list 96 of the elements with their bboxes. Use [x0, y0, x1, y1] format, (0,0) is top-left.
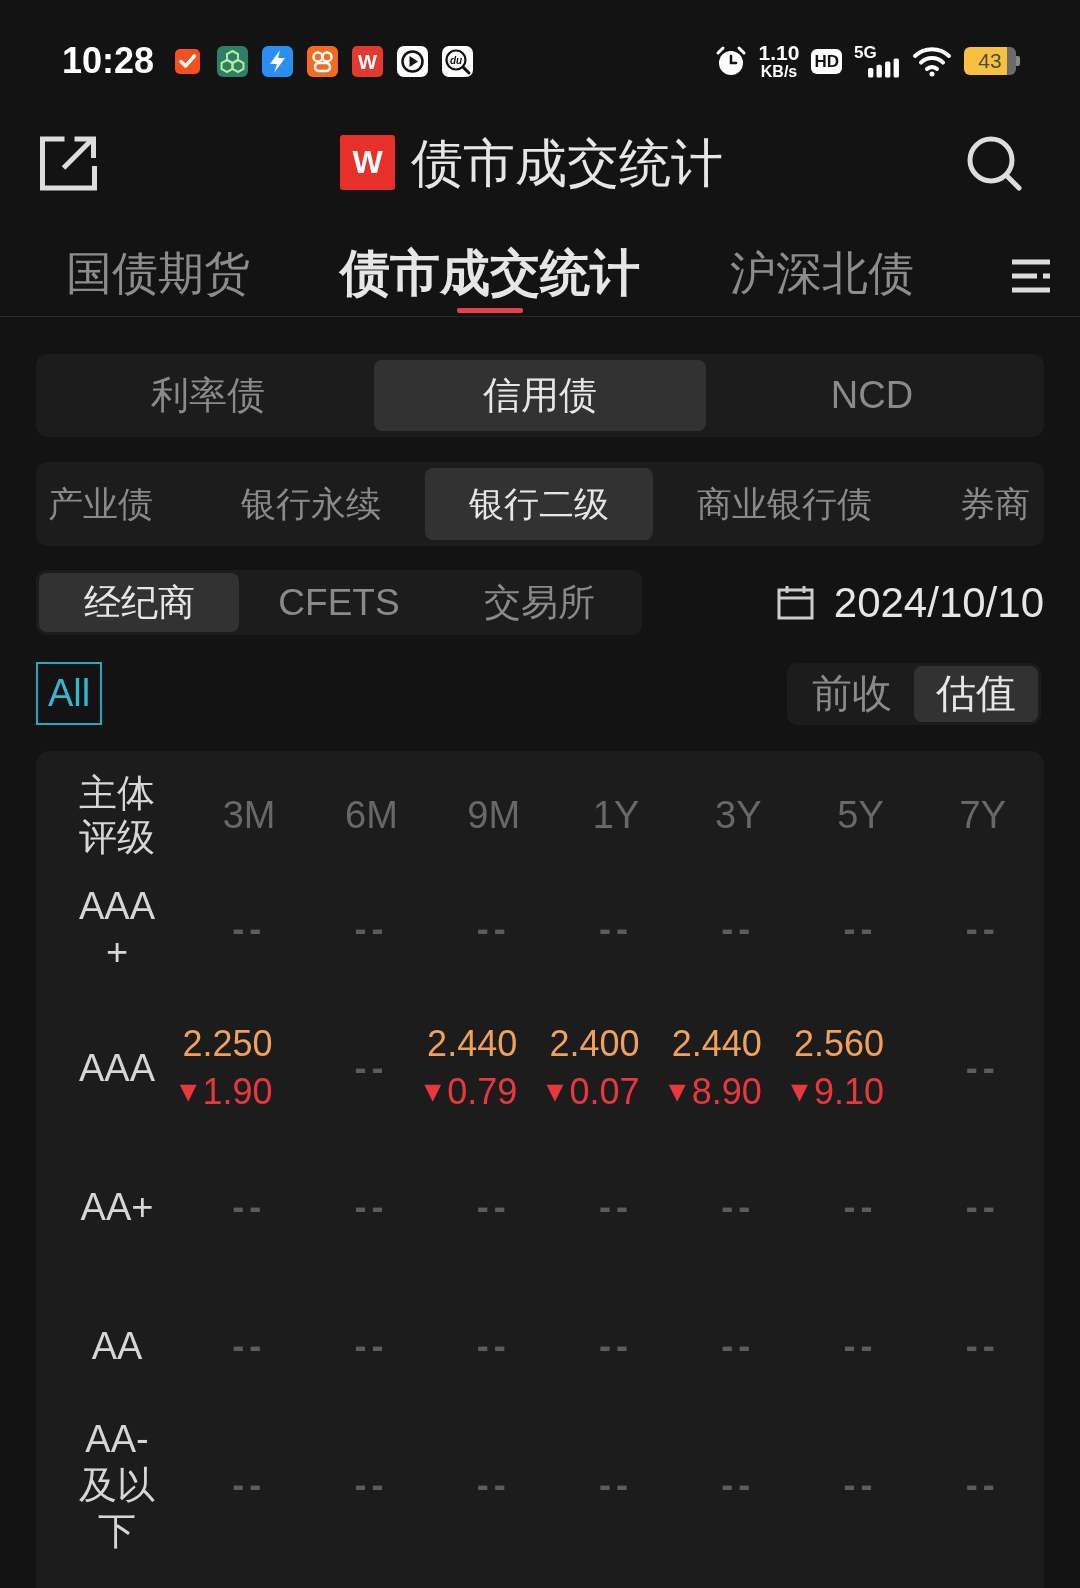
price-mode-tab[interactable]: 估值 — [914, 665, 1038, 722]
lightning-app-icon — [262, 45, 294, 77]
no-data-dash: -- — [965, 1046, 1000, 1089]
network-speed: 1.10 KB/s — [758, 42, 800, 80]
menu-icon[interactable] — [1010, 257, 1052, 295]
bond-subtype-tab[interactable]: 券商 — [916, 468, 1036, 540]
no-data-dash: -- — [354, 1046, 389, 1089]
rings-app-icon — [307, 45, 339, 77]
no-data-dash: -- — [965, 907, 1000, 950]
alarm-clock-icon — [714, 45, 747, 77]
no-data-dash: -- — [476, 1185, 511, 1228]
no-data-dash: -- — [843, 1463, 878, 1506]
down-triangle-icon: ▼ — [179, 1080, 197, 1103]
page-title: 债市成交统计 — [410, 132, 723, 194]
magnifier-app-icon: du — [442, 45, 474, 77]
no-data-dash: -- — [232, 1185, 267, 1228]
down-triangle-icon: ▼ — [791, 1080, 808, 1103]
price-mode-tab[interactable]: 前收 — [790, 665, 914, 722]
yield-value: 2.440 — [427, 1021, 518, 1066]
no-data-dash: -- — [721, 907, 756, 950]
battery-indicator: 43 — [964, 47, 1020, 75]
down-triangle-icon: ▼ — [546, 1080, 564, 1103]
date-picker-button[interactable]: 2024/10/10 — [776, 578, 1044, 627]
play-app-icon — [397, 45, 429, 77]
hexagon-app-icon — [217, 45, 249, 77]
no-data-dash: -- — [965, 1324, 1000, 1367]
column-header: 5Y — [837, 793, 884, 837]
yield-value: 2.400 — [549, 1021, 640, 1066]
letter-app-icon: W — [352, 45, 384, 77]
no-data-dash: -- — [232, 1463, 267, 1506]
no-data-dash: -- — [721, 1185, 756, 1228]
no-data-dash: -- — [476, 907, 511, 950]
rating-label: AAA+ — [77, 883, 156, 975]
source-tab[interactable]: 交易所 — [439, 573, 639, 632]
no-data-dash: -- — [843, 907, 878, 950]
app-logo-icon: W — [339, 135, 395, 191]
selected-tab-underline — [457, 308, 523, 313]
signal-bars-icon — [868, 58, 900, 78]
no-data-dash: -- — [721, 1324, 756, 1367]
column-header: 3Y — [715, 793, 762, 837]
wifi-icon — [912, 45, 952, 77]
no-data-dash: -- — [843, 1185, 878, 1228]
no-data-dash: -- — [354, 1463, 389, 1506]
no-data-dash: -- — [599, 907, 633, 950]
bond-subtype-tab[interactable]: 商业银行债 — [653, 468, 916, 540]
hd-badge: HD — [811, 48, 842, 74]
column-header: 7Y — [959, 793, 1007, 837]
down-triangle-icon: ▼ — [424, 1080, 442, 1103]
no-data-dash: -- — [354, 907, 389, 950]
down-triangle-icon: ▼ — [668, 1080, 686, 1103]
column-header: 6M — [345, 793, 398, 837]
calendar-icon — [776, 585, 814, 620]
no-data-dash: -- — [232, 907, 267, 950]
no-data-dash: -- — [599, 1324, 633, 1367]
tab[interactable]: 债市成交统计 — [340, 204, 640, 313]
no-data-dash: -- — [965, 1185, 1000, 1228]
change-value: 9.10 — [814, 1069, 885, 1114]
no-data-dash: -- — [476, 1324, 511, 1367]
source-tab[interactable]: CFETS — [239, 573, 439, 632]
bond-type-tab[interactable]: 信用债 — [374, 360, 706, 431]
share-icon[interactable] — [38, 134, 99, 192]
tab[interactable]: 沪深北债 — [730, 204, 914, 301]
no-data-dash: -- — [599, 1463, 633, 1506]
rating-label: AA+ — [79, 1184, 155, 1230]
column-header: 主体评级 — [78, 771, 156, 859]
bond-type-tab[interactable]: NCD — [706, 360, 1038, 431]
no-data-dash: -- — [232, 1324, 267, 1367]
no-data-dash: -- — [843, 1324, 878, 1367]
bond-subtype-tab[interactable]: 银行永续 — [197, 468, 425, 540]
status-time: 10:28 — [62, 40, 155, 82]
bond-subtype-tab[interactable]: 产业债 — [42, 468, 197, 540]
column-header: 9M — [467, 793, 521, 837]
yield-value: 2.440 — [671, 1021, 762, 1066]
all-filter-button[interactable]: All — [36, 662, 102, 725]
no-data-dash: -- — [354, 1324, 389, 1367]
column-header: 1Y — [592, 793, 640, 837]
rating-label: AAA — [77, 1045, 156, 1091]
no-data-dash: -- — [599, 1185, 633, 1228]
no-data-dash: -- — [476, 1463, 511, 1506]
source-tab[interactable]: 经纪商 — [39, 573, 239, 632]
column-header: 3M — [222, 793, 276, 837]
yield-value: 2.250 — [182, 1021, 273, 1066]
change-value: 8.90 — [691, 1069, 762, 1114]
no-data-dash: -- — [721, 1463, 756, 1506]
change-value: 1.90 — [202, 1069, 273, 1114]
tab[interactable]: 国债期货 — [66, 204, 250, 301]
network-type-label: 5G — [854, 44, 877, 61]
bond-type-tab[interactable]: 利率债 — [42, 360, 374, 431]
change-value: 0.79 — [447, 1069, 518, 1114]
change-value: 0.07 — [569, 1069, 640, 1114]
rating-label: AA — [90, 1323, 144, 1369]
bond-subtype-tab[interactable]: 银行二级 — [425, 468, 653, 540]
yield-value: 2.560 — [793, 1021, 885, 1066]
rating-label: AA-及以下 — [78, 1416, 156, 1554]
no-data-dash: -- — [354, 1185, 389, 1228]
no-data-dash: -- — [965, 1463, 1000, 1506]
